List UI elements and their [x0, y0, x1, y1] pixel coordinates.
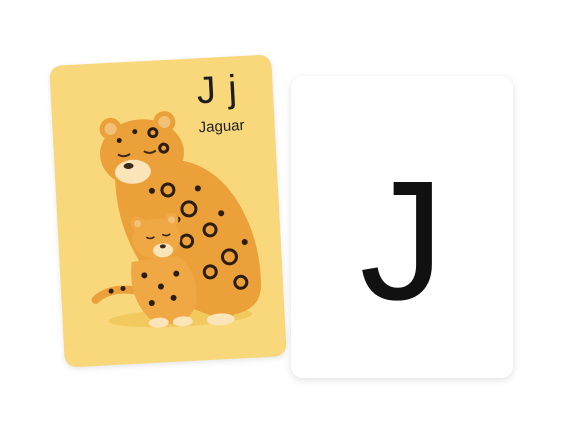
card-letters: J j	[195, 68, 239, 113]
card-animal-word: Jaguar	[198, 116, 245, 137]
alphabet-card-front: J j Jaguar	[49, 54, 287, 368]
alphabet-card-back: J	[291, 76, 513, 378]
card-big-letter: J	[359, 146, 445, 336]
jaguar-illustration	[91, 111, 262, 328]
